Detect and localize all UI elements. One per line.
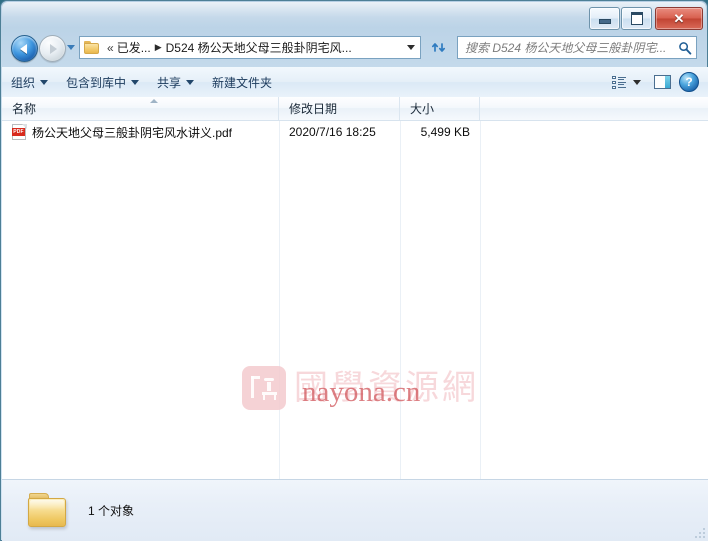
address-bar[interactable]: « 已发... ▶ D524 杨公天地父母三般卦阴宅风...: [79, 36, 421, 59]
refresh-icon: [431, 42, 446, 52]
share-label: 共享: [157, 75, 182, 90]
title-bar: ✕: [1, 1, 708, 31]
pdf-icon-label: PDF: [12, 128, 25, 136]
organize-label: 组织: [11, 75, 36, 90]
close-button[interactable]: ✕: [655, 7, 703, 30]
help-button[interactable]: ?: [679, 72, 699, 92]
back-arrow-icon: [20, 43, 27, 54]
navigation-bar: « 已发... ▶ D524 杨公天地父母三般卦阴宅风... 搜索 D524 杨…: [1, 31, 708, 65]
explorer-window: ✕ « 已发... ▶ D524 杨公天地父母三般卦阴宅风... 搜索 D524…: [0, 0, 708, 541]
window-controls: ✕: [589, 7, 703, 30]
preview-pane-icon: [665, 76, 670, 88]
breadcrumb-item-2[interactable]: D524 杨公天地父母三般卦阴宅风...: [166, 39, 352, 56]
command-bar: 组织 包含到库中 共享 新建文件夹 ?: [2, 67, 708, 98]
file-name-label: 杨公天地父母三般卦阴宅风水讲义.pdf: [32, 125, 233, 140]
command-bar-right-group: ?: [607, 72, 708, 92]
chevron-down-icon: [131, 79, 140, 85]
search-icon: [679, 41, 692, 55]
share-menu-button[interactable]: 共享: [148, 70, 203, 95]
search-input[interactable]: 搜索 D524 杨公天地父母三般卦阴宅...: [465, 39, 678, 56]
chevron-down-icon[interactable]: [633, 79, 641, 85]
status-bar: 1 个对象: [2, 479, 708, 541]
maximize-button[interactable]: [621, 7, 652, 30]
column-header-row: 名称 修改日期 大小: [2, 97, 708, 121]
item-count-label: 1 个对象: [88, 504, 135, 518]
close-icon: ✕: [673, 11, 685, 26]
folder-icon: [84, 41, 100, 54]
maximize-icon: [630, 12, 643, 25]
include-in-library-menu-button[interactable]: 包含到库中: [57, 70, 148, 95]
breadcrumb-separator-icon[interactable]: ▶: [155, 42, 162, 53]
pdf-file-icon: PDF: [12, 124, 27, 140]
file-modified-cell: 2020/7/16 18:25: [289, 125, 376, 139]
chevron-down-icon: [40, 79, 49, 85]
new-folder-label: 新建文件夹: [212, 75, 273, 90]
column-header-size[interactable]: 大小: [400, 97, 480, 120]
column-gridlines: [2, 121, 708, 479]
table-row[interactable]: PDF 杨公天地父母三般卦阴宅风水讲义.pdf 2020/7/16 18:25 …: [2, 121, 708, 143]
column-header-size-label: 大小: [410, 102, 435, 116]
view-layout-icon: [612, 75, 627, 89]
folder-icon: [28, 492, 70, 529]
include-in-library-label: 包含到库中: [66, 75, 127, 90]
search-box[interactable]: 搜索 D524 杨公天地父母三般卦阴宅...: [457, 36, 697, 59]
organize-menu-button[interactable]: 组织: [2, 70, 57, 95]
column-header-name[interactable]: 名称: [2, 97, 279, 120]
column-header-modified[interactable]: 修改日期: [279, 97, 400, 120]
breadcrumb-item-1[interactable]: 已发...: [117, 39, 151, 56]
file-name-cell[interactable]: PDF 杨公天地父母三般卦阴宅风水讲义.pdf: [2, 124, 279, 141]
minimize-button[interactable]: [589, 7, 620, 30]
back-button[interactable]: [11, 35, 38, 62]
column-header-modified-label: 修改日期: [289, 102, 338, 116]
breadcrumb-overflow[interactable]: «: [107, 41, 114, 55]
forward-button[interactable]: [39, 35, 66, 62]
file-size-cell: 5,499 KB: [420, 125, 470, 139]
minimize-icon: [598, 19, 611, 24]
column-header-name-label: 名称: [12, 102, 37, 116]
address-dropdown-button[interactable]: [403, 37, 418, 58]
file-list[interactable]: PDF 杨公天地父母三般卦阴宅风水讲义.pdf 2020/7/16 18:25 …: [2, 121, 708, 479]
watermark: 國學資源網 nayona.cn: [242, 366, 479, 410]
refresh-button[interactable]: [427, 36, 451, 59]
new-folder-button[interactable]: 新建文件夹: [203, 70, 281, 95]
forward-arrow-icon: [50, 43, 57, 54]
resize-grip[interactable]: [693, 526, 705, 538]
guoxue-logo-icon: [242, 366, 286, 410]
column-header-filler[interactable]: [480, 97, 708, 120]
watermark-domain-text: nayona.cn: [302, 376, 421, 408]
chevron-down-icon: [406, 45, 415, 50]
sort-ascending-icon: [150, 99, 158, 103]
watermark-chinese-text: 國學資源網: [294, 368, 479, 408]
recent-pages-dropdown-icon[interactable]: [67, 45, 75, 50]
change-view-button[interactable]: [607, 73, 646, 92]
preview-pane-button[interactable]: [654, 75, 671, 89]
chevron-down-icon: [186, 79, 195, 85]
